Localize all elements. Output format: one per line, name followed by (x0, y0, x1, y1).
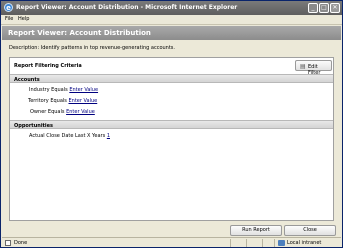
criteria-row-close-date: Actual Close Date Last X Years 1 (29, 133, 110, 139)
filter-icon: ▤ (300, 63, 306, 70)
intranet-zone-icon (278, 240, 285, 246)
status-divider (262, 239, 263, 247)
page-title: Report Viewer: Account Distribution (8, 29, 151, 37)
internet-explorer-icon: e (4, 3, 13, 12)
window-title: Report Viewer: Account Distribution - Mi… (16, 4, 238, 11)
criteria-label: Actual Close Date Last X Years (29, 133, 106, 139)
status-text: Done (14, 240, 28, 246)
filter-criteria-panel: Report Filtering Criteria ▤ Edit Filter … (9, 57, 334, 221)
report-description: Description: Identify patterns in top re… (9, 45, 175, 51)
maximize-icon: □ (321, 4, 327, 11)
criteria-label: Industry Equals (29, 87, 68, 93)
section-title: Accounts (14, 76, 40, 83)
status-divider (230, 239, 231, 247)
close-icon: ✕ (332, 4, 338, 11)
browser-window: e Report Viewer: Account Distribution - … (0, 0, 343, 248)
close-window-button[interactable]: ✕ (330, 3, 340, 13)
page-done-icon (5, 240, 11, 246)
industry-value-link[interactable]: Enter Value (69, 87, 98, 93)
criteria-label: Owner Equals (30, 109, 65, 115)
menu-bar: File Help (1, 15, 342, 25)
close-button[interactable]: Close (284, 225, 336, 236)
run-report-button[interactable]: Run Report (230, 225, 282, 236)
minimize-button[interactable]: _ (308, 3, 318, 13)
criteria-label: Territory Equals (28, 98, 67, 104)
section-accounts: Accounts (10, 74, 333, 83)
edit-filter-button[interactable]: ▤ Edit Filter (295, 60, 332, 76)
criteria-row-owner: Owner Equals Enter Value (30, 109, 95, 115)
status-divider (274, 239, 275, 247)
minimize-icon: _ (311, 4, 315, 11)
owner-value-link[interactable]: Enter Value (66, 109, 95, 115)
maximize-button[interactable]: □ (319, 3, 329, 13)
section-opportunities: Opportunities (10, 120, 333, 129)
close-date-value-link[interactable]: 1 (107, 133, 110, 139)
page-header: Report Viewer: Account Distribution (2, 26, 341, 40)
status-bar: Done Local intranet (2, 237, 341, 247)
criteria-row-industry: Industry Equals Enter Value (29, 87, 98, 93)
status-divider (246, 239, 247, 247)
criteria-row-territory: Territory Equals Enter Value (28, 98, 97, 104)
title-bar[interactable]: e Report Viewer: Account Distribution - … (1, 1, 342, 15)
menu-help[interactable]: Help (18, 16, 29, 22)
section-title: Opportunities (14, 122, 54, 129)
security-zone-text: Local intranet (287, 240, 322, 246)
menu-file[interactable]: File (5, 16, 13, 22)
criteria-title: Report Filtering Criteria (14, 63, 82, 69)
territory-value-link[interactable]: Enter Value (68, 98, 97, 104)
